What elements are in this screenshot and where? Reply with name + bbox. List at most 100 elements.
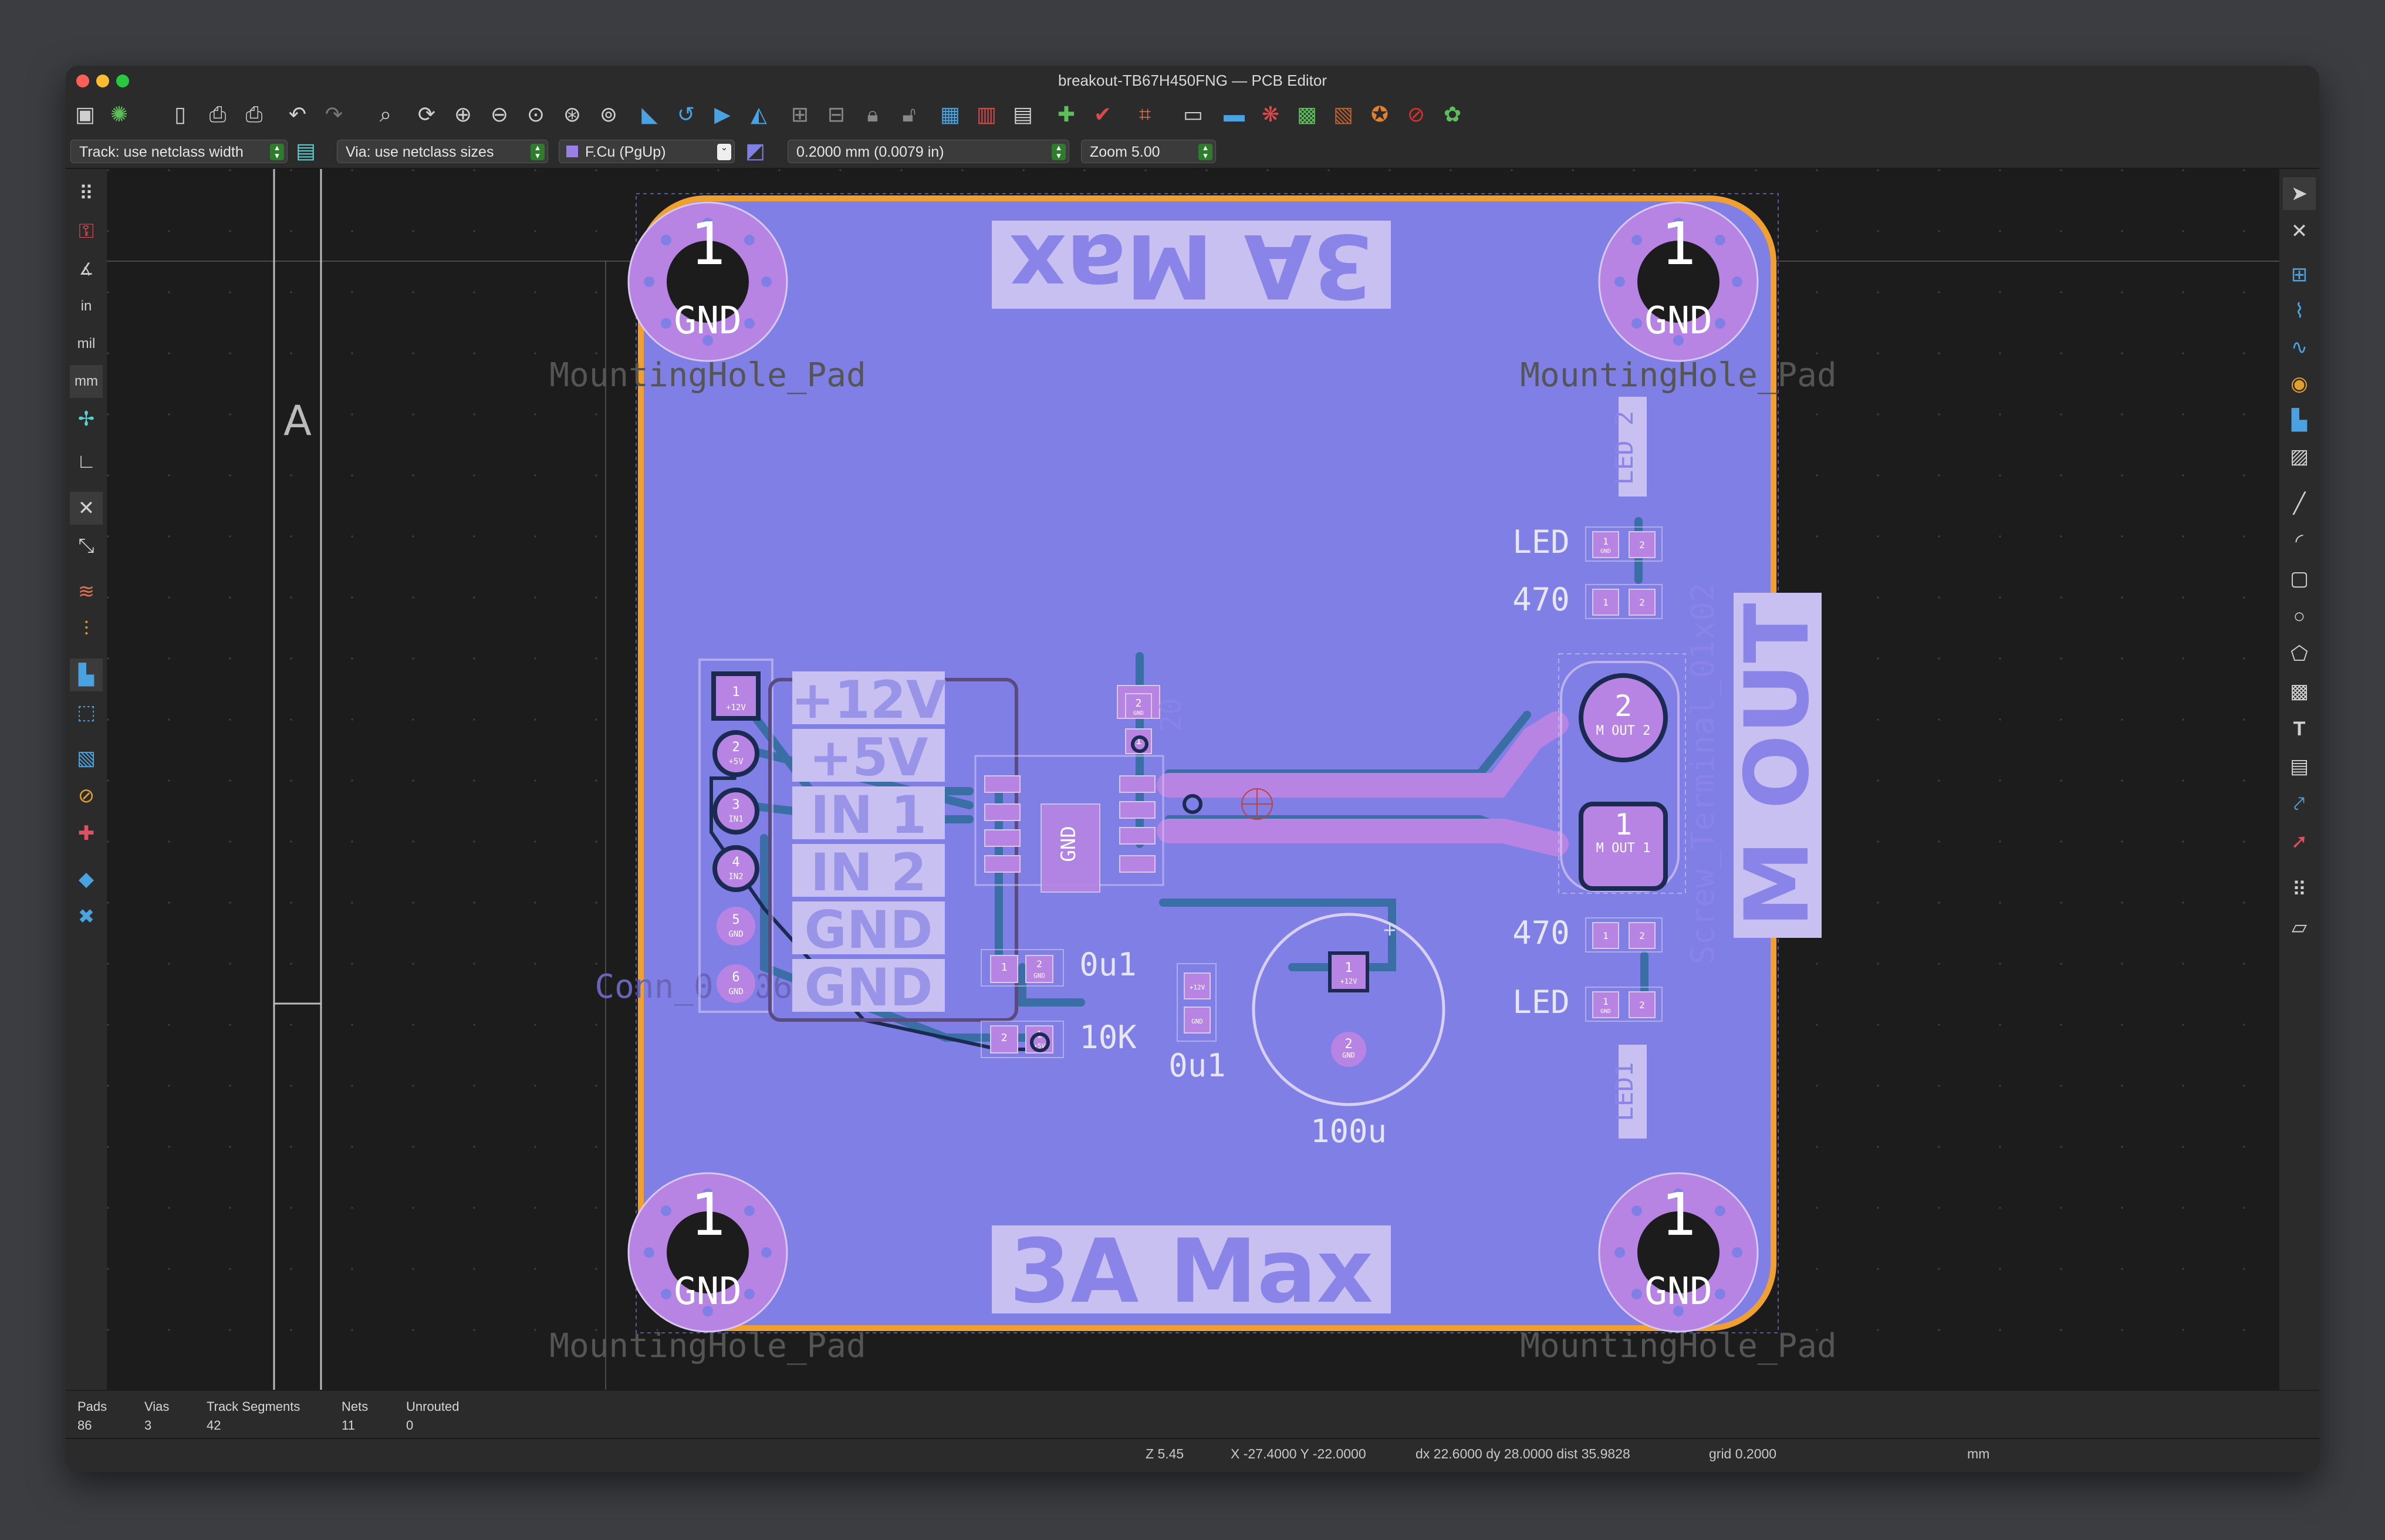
update-pcb-icon[interactable]: ▤ [1008, 100, 1038, 129]
high-contrast-icon[interactable]: ≋ [70, 575, 103, 608]
inch-units-icon[interactable]: in [70, 290, 103, 323]
drc-icon[interactable]: ✚ [1052, 100, 1081, 129]
pad-outline-icon[interactable]: ▙ [70, 658, 103, 691]
mounting-hole-tr[interactable]: 1 GND [1598, 201, 1759, 362]
dimension-icon[interactable]: ⤤ [2283, 788, 2316, 820]
ratsnest-lock-icon[interactable]: ⚿ [70, 215, 103, 248]
layer-pair-icon[interactable]: ◩ [741, 136, 770, 166]
delta-readout: dx 22.6000 dy 28.0000 dist 35.9828 [1416, 1446, 1630, 1461]
connector-pin-number: 2 [732, 740, 739, 755]
redo-icon[interactable]: ↷ [319, 100, 349, 129]
layer-select[interactable]: F.Cu (PgUp) ⌄ [559, 140, 735, 163]
rotate-ccw-icon[interactable]: ↺ [671, 100, 701, 129]
mounting-hole-net: GND [1644, 299, 1712, 343]
connector-pin-net: GND [728, 987, 743, 997]
scripting-console-icon[interactable]: ⌗ [1130, 100, 1160, 129]
net-inspector-icon[interactable]: ⊘ [70, 779, 103, 812]
mounting-hole-tl[interactable]: 1 GND [627, 201, 788, 362]
cancel-icon[interactable]: ⊘ [1401, 100, 1431, 129]
pcb-canvas[interactable]: A 3A Max 3A Max 1 GND 1 GND 1 GND 1 GND … [107, 169, 2279, 1390]
via-outline-icon[interactable]: ⬚ [70, 696, 103, 729]
refresh-icon[interactable]: ⟳ [412, 100, 441, 129]
polar-coords-icon[interactable]: ∡ [70, 252, 103, 285]
local-origin-icon[interactable]: ∟ [70, 445, 103, 478]
mil-units-icon[interactable]: mil [70, 327, 103, 360]
mirror-icon[interactable]: ◭ [744, 100, 773, 129]
curved-ratsnest-icon[interactable]: ⤡ [70, 529, 103, 562]
pad-number: 1 [1603, 930, 1609, 941]
draw-arc-icon[interactable]: ◜ [2283, 525, 2316, 558]
pin-icon[interactable]: ✿ [1438, 100, 1467, 129]
python-plugin-icon[interactable]: ✪ [1365, 100, 1394, 129]
footprint-editor-icon[interactable]: ✺ [104, 100, 134, 129]
crosshair-net-icon[interactable]: ✚ [70, 817, 103, 850]
zoom-out-icon[interactable]: ⊖ [485, 100, 514, 129]
fabrication-outputs-icon[interactable]: ▬ [1219, 100, 1249, 129]
connector-label-in1: IN 1 [810, 785, 927, 845]
draw-line-icon[interactable]: ╱ [2283, 487, 2316, 520]
layers-manager-icon[interactable]: ◆ [70, 863, 103, 896]
zone-fill-icon[interactable]: ▧ [70, 742, 103, 775]
properties-icon[interactable]: ✖ [70, 900, 103, 933]
measure-icon[interactable]: ▱ [2283, 911, 2316, 944]
gerber-icon[interactable]: ▧ [1329, 100, 1358, 129]
local-ratsnest-icon[interactable]: ✕ [2283, 215, 2316, 248]
via-size-select[interactable]: Via: use netclass sizes ▴ ▾ [337, 140, 548, 163]
tune-length-icon[interactable]: ∿ [2283, 331, 2316, 364]
add-zone-icon[interactable]: ▙ [2283, 404, 2316, 437]
connector-label-in2: IN 2 [810, 842, 927, 903]
schematic-icon[interactable]: ✔ [1088, 100, 1117, 129]
auto-track-width-icon[interactable]: ▤ [291, 136, 320, 166]
save-icon[interactable]: ▣ [70, 100, 100, 129]
track-outline-icon[interactable]: ⫶ [70, 613, 103, 646]
netlist-icon[interactable]: ▦ [935, 100, 965, 129]
route-track-icon[interactable]: ⌇ [2283, 295, 2316, 327]
draw-circle-icon[interactable]: ○ [2283, 600, 2316, 633]
select-icon[interactable]: ➤ [2283, 177, 2316, 210]
unlock-icon[interactable]: 🔓︎ [894, 100, 924, 129]
flip-board-icon[interactable]: ◣ [635, 100, 664, 129]
draw-rect-icon[interactable]: ▢ [2283, 562, 2316, 595]
lock-icon[interactable]: 🔒︎ [858, 100, 887, 129]
find-icon[interactable]: ⌕ [371, 100, 400, 129]
page-settings-icon[interactable]: ▯ [165, 100, 195, 129]
mounting-hole-br[interactable]: 1 GND [1598, 1172, 1759, 1333]
add-image-icon[interactable]: ▩ [2283, 675, 2316, 708]
3d-viewer-icon[interactable]: ❋ [1256, 100, 1285, 129]
zoom-in-icon[interactable]: ⊕ [448, 100, 478, 129]
pad-number: 1 [1001, 961, 1008, 974]
zoom-select[interactable]: Zoom 5.00 ▴ ▾ [1081, 140, 1216, 163]
mounting-hole-bl[interactable]: 1 GND [627, 1172, 788, 1333]
status-bar: Pads 86 Vias 3 Track Segments 42 Nets 11 Unr… [66, 1391, 2319, 1472]
ungroup-icon[interactable]: ⊟ [822, 100, 851, 129]
group-icon[interactable]: ⊞ [785, 100, 815, 129]
undo-icon[interactable]: ↶ [283, 100, 312, 129]
zoom-objects-icon[interactable]: ⊛ [558, 100, 587, 129]
footprint-browser-icon[interactable]: ▥ [972, 100, 1001, 129]
add-via-icon[interactable]: ◉ [2283, 367, 2316, 400]
show-ratsnest-icon[interactable]: ▭ [1178, 100, 1208, 129]
connector-ref-label: Conn_01x06 [594, 968, 792, 1006]
rule-area-icon[interactable]: ▨ [2283, 440, 2316, 473]
ratsnest-icon[interactable]: ✕ [70, 492, 103, 525]
add-text-icon[interactable]: T [2283, 712, 2316, 745]
draw-polygon-icon[interactable]: ⬠ [2283, 637, 2316, 670]
zoom-selection-icon[interactable]: ⊚ [594, 100, 623, 129]
terminal-silk-label: M OUT [1727, 603, 1829, 927]
mm-units-icon[interactable]: mm [70, 365, 103, 398]
place-footprint-icon[interactable]: ⊞ [2283, 258, 2316, 291]
router-icon[interactable]: ▩ [1292, 100, 1322, 129]
plot-icon[interactable]: ⎙ [239, 100, 269, 129]
set-origin-icon[interactable]: ⠿ [2283, 873, 2316, 906]
rotate-cw-icon[interactable]: ▶ [708, 100, 737, 129]
connector-pin-net: GND [728, 930, 743, 939]
add-textbox-icon[interactable]: ▤ [2283, 750, 2316, 783]
grid-icon[interactable]: ⠿ [70, 177, 103, 210]
grid-select[interactable]: 0.2000 mm (0.0079 in) ▴ ▾ [788, 140, 1069, 163]
units-readout: mm [1967, 1446, 1990, 1461]
zoom-fit-icon[interactable]: ⊙ [521, 100, 550, 129]
delete-icon[interactable]: ➚ [2283, 825, 2316, 858]
track-width-select[interactable]: Track: use netclass width ▴ ▾ [70, 140, 288, 163]
print-icon[interactable]: ⎙ [203, 100, 232, 129]
cursor-crosshair-icon[interactable]: ✢ [70, 403, 103, 435]
